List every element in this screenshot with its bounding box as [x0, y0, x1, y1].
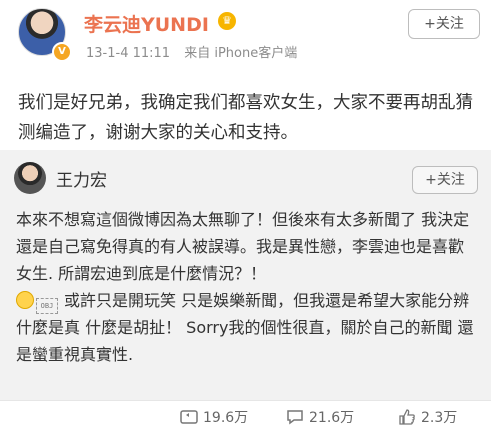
verified-icon: V	[52, 42, 72, 62]
smile-emoji-icon	[16, 291, 34, 309]
post-source[interactable]: 来自 iPhone客户端	[184, 46, 297, 61]
repost-text: 本來不想寫這個微博因為太無聊了！但後來有太多新聞了 我決定還是自己寫免得真的有人…	[16, 206, 478, 368]
repost-icon	[180, 410, 198, 424]
repost-text-part1: 本來不想寫這個微博因為太無聊了！但後來有太多新聞了 我決定還是自己寫免得真的有人…	[16, 210, 470, 283]
comment-button[interactable]: 21.6万	[286, 407, 354, 427]
repost-author-avatar[interactable]	[14, 162, 46, 194]
like-count: 2.3万	[421, 410, 458, 426]
follow-button[interactable]: +关注	[408, 9, 480, 39]
repost-button[interactable]: 19.6万	[180, 407, 248, 427]
comment-count: 21.6万	[309, 410, 355, 426]
repost-follow-button[interactable]: +关注	[412, 166, 478, 194]
comment-icon	[287, 410, 303, 425]
action-bar: 19.6万 21.6万 2.3万	[0, 400, 491, 434]
post-timestamp: 13-1-4 11:11	[86, 46, 171, 61]
obj-placeholder-icon: OBJ	[36, 298, 58, 314]
repost-author-name[interactable]: 王力宏	[56, 166, 107, 191]
reposted-weibo[interactable]: 王力宏 +关注 本來不想寫這個微博因為太無聊了！但後來有太多新聞了 我決定還是自…	[0, 150, 491, 400]
author-name[interactable]: 李云迪YUNDI	[84, 10, 209, 37]
like-button[interactable]: 2.3万	[398, 407, 457, 427]
post-text: 我们是好兄弟，我确定我们都喜欢女生，大家不要再胡乱猜测编造了，谢谢大家的关心和支…	[18, 93, 473, 143]
weibo-post: V 李云迪YUNDI ♛ 13-1-4 11:11 来自 iPhone客户端 +…	[0, 0, 491, 150]
repost-count: 19.6万	[203, 410, 249, 426]
crown-icon: ♛	[218, 12, 236, 30]
like-icon	[399, 409, 415, 425]
repost-text-part2: 或許只是開玩笑 只是娛樂新聞，但我還是希望大家能分辨什麼是真 什麼是胡扯！ So…	[16, 291, 474, 364]
post-meta: 13-1-4 11:11 来自 iPhone客户端	[86, 42, 297, 61]
